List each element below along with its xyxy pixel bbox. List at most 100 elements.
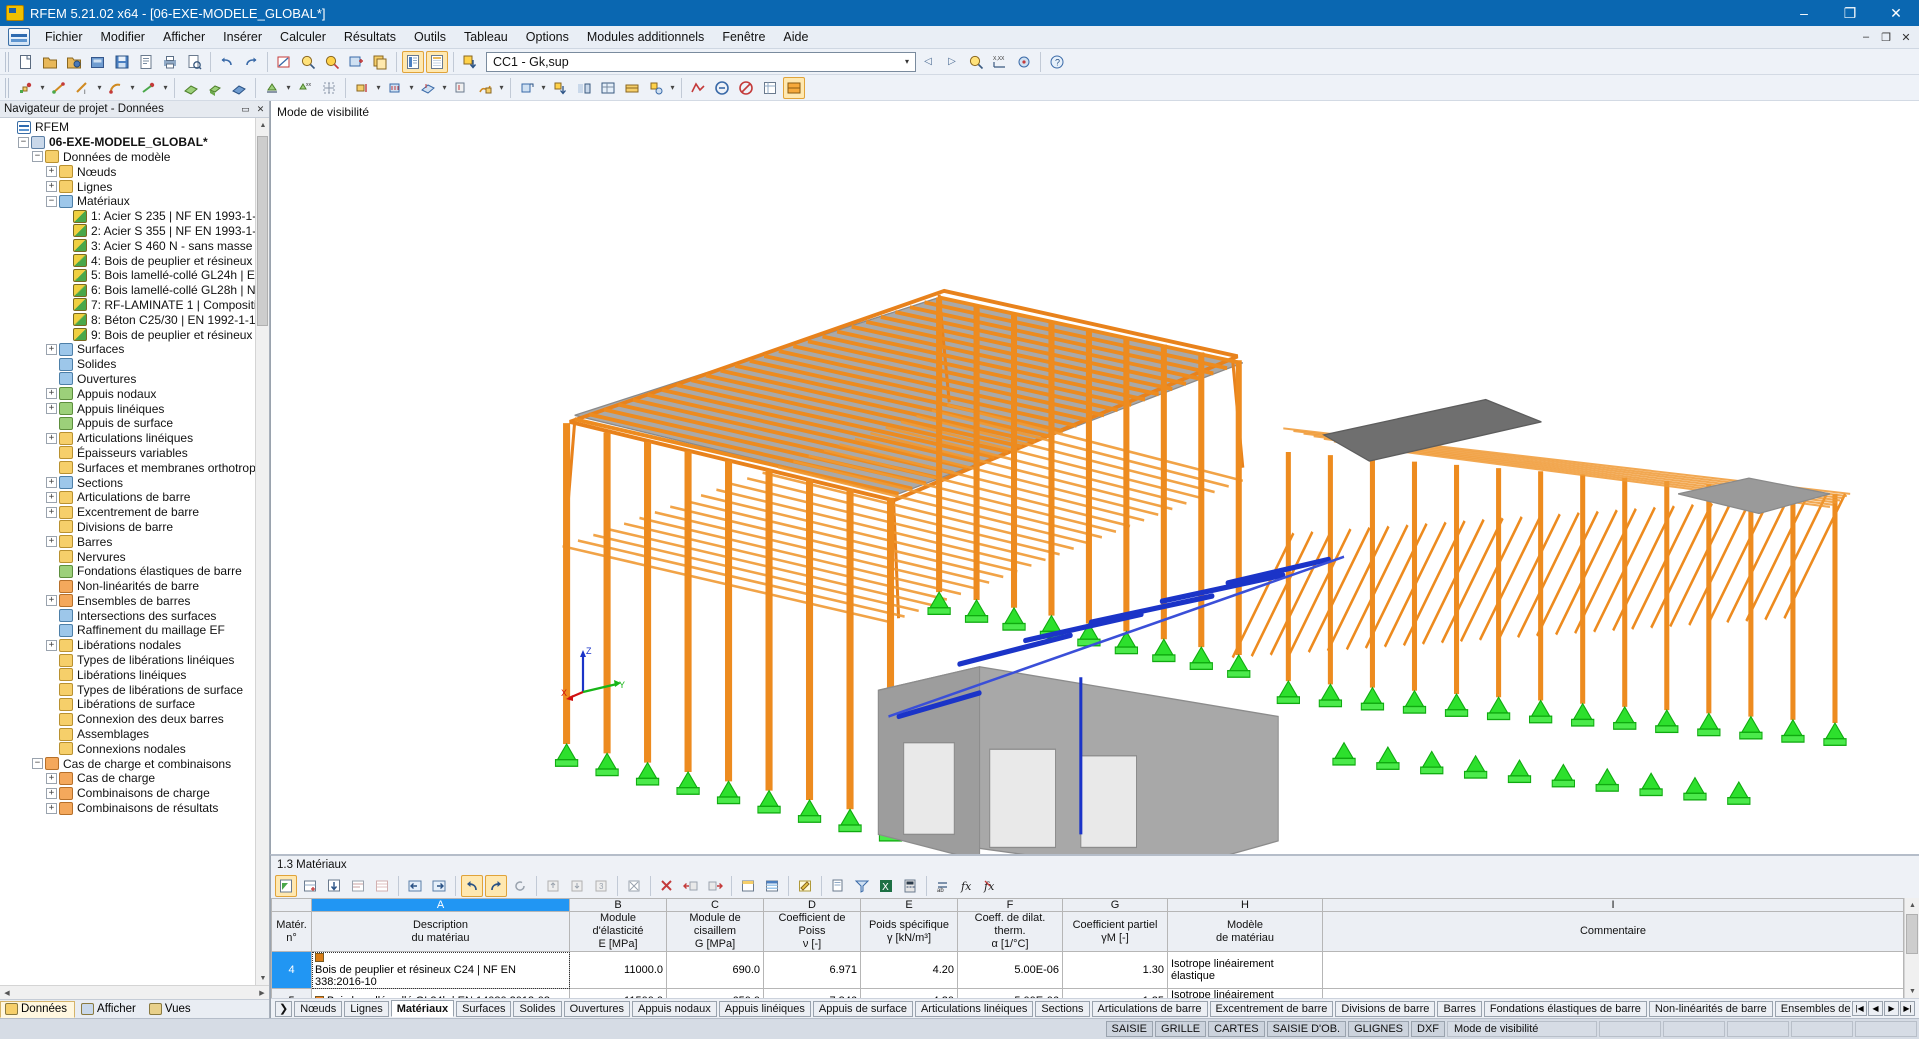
tree-item-4-bois-de-peuplier-et-r-sineux-c24-nf[interactable]: 4: Bois de peuplier et résineux C24 | NF [0, 253, 269, 268]
expand-icon[interactable]: + [46, 166, 57, 178]
table-tab-lignes[interactable]: Lignes [344, 1000, 389, 1017]
tree-item-raffinement-du-maillage-ef[interactable]: Raffinement du maillage EF [0, 623, 269, 638]
elastic-modulus-cell[interactable]: 11500.0 [569, 988, 667, 998]
tabs-scroll-left[interactable]: ❯ [275, 1000, 293, 1017]
table-row[interactable]: 4 Bois de peuplier et résineux C24 | NF E… [271, 951, 1904, 989]
zoom-all-icon[interactable] [297, 51, 319, 73]
column-letter-row[interactable]: ABCDEFGHI [271, 898, 1904, 912]
refresh-icon[interactable] [509, 875, 531, 897]
new-member-icon[interactable] [138, 77, 160, 99]
column-letter-G[interactable]: G [1062, 898, 1168, 912]
navigator-horizontal-scrollbar[interactable]: ◀ ▶ [0, 985, 269, 999]
collapse-icon[interactable]: − [46, 195, 57, 207]
load-wizard-icon[interactable] [549, 77, 571, 99]
tree-item-connexion-des-deux-barres[interactable]: Connexion des deux barres [0, 712, 269, 727]
expand-icon[interactable]: + [46, 432, 57, 444]
model-generator-1-icon[interactable] [573, 77, 595, 99]
tree-item-7-rf-laminate-1-composition-1[interactable]: 7: RF-LAMINATE 1 | Composition 1 [0, 298, 269, 313]
table-tab-excentrement-de-barre[interactable]: Excentrement de barre [1209, 1000, 1334, 1017]
redo-icon[interactable] [240, 51, 262, 73]
tree-item-cas-de-charge[interactable]: + Cas de charge [0, 771, 269, 786]
tree-item-assemblages[interactable]: Assemblages [0, 727, 269, 742]
table-tab-barres[interactable]: Barres [1437, 1000, 1482, 1017]
navigator-tab-donn-es[interactable]: Données [0, 1000, 76, 1018]
material-model-cell[interactable]: Isotrope linéairement élastique [1167, 951, 1323, 989]
toolbar-grip[interactable] [5, 51, 11, 72]
navigator-tab-afficher[interactable]: Afficher [77, 1001, 143, 1018]
menu-item-calculer[interactable]: Calculer [271, 27, 335, 47]
tree-item-n-uds[interactable]: + Nœuds [0, 164, 269, 179]
scroll-right-arrow-icon[interactable]: ▶ [255, 986, 269, 999]
table-row[interactable]: 5Bois lamellé-collé GL24h | EN 14080:201… [271, 988, 1904, 998]
new-line-support-icon[interactable]: xx [294, 77, 316, 99]
thermal-expansion-cell[interactable]: 5.00E-06 [957, 951, 1063, 989]
chevron-down-icon[interactable]: ▾ [374, 77, 383, 99]
print-table-icon[interactable] [827, 875, 849, 897]
help-icon[interactable]: ? [1046, 51, 1068, 73]
comment-cell[interactable] [1322, 988, 1904, 998]
chevron-down-icon[interactable]: ▾ [539, 77, 548, 99]
navigator-tree[interactable]: RFEM −06-EXE-MODELE_GLOBAL* − Données de mo… [0, 118, 269, 985]
tree-item-5-bois-lamell-coll-gl24h-en-14080-2[interactable]: 5: Bois lamellé-collé GL24h | EN 14080:2 [0, 268, 269, 283]
scroll-up-arrow-icon[interactable]: ▲ [1905, 898, 1919, 912]
tree-item-sections[interactable]: + Sections [0, 475, 269, 490]
tree-item-appuis-nodaux[interactable]: + Appuis nodaux [0, 386, 269, 401]
tree-item-ouvertures[interactable]: Ouvertures [0, 372, 269, 387]
units-icon[interactable]: ab [932, 875, 954, 897]
table-tab-articulations-lin-iques[interactable]: Articulations linéiques [914, 1000, 1034, 1017]
tree-item-surfaces-et-membranes-orthotropes[interactable]: Surfaces et membranes orthotropes [0, 460, 269, 475]
expand-icon[interactable]: + [46, 595, 57, 607]
table-tab-solides[interactable]: Solides [513, 1000, 562, 1017]
tree-item-mat-riaux[interactable]: − Matériaux [0, 194, 269, 209]
collapse-icon[interactable]: − [32, 758, 43, 770]
tree-item-1-acier-s-235-nf-en-1993-1-1-2007-05[interactable]: 1: Acier S 235 | NF EN 1993-1-1:2007-05 [0, 209, 269, 224]
collapse-icon[interactable]: − [32, 151, 43, 163]
materials-table[interactable]: ABCDEFGHI Matér. n° Description du matériau… [271, 898, 1904, 998]
expand-icon[interactable]: + [46, 787, 57, 799]
specific-weight-cell[interactable]: 4.20 [860, 951, 958, 989]
tab-nav-button-1[interactable]: ◀ [1868, 1001, 1883, 1016]
clear-table-icon[interactable] [371, 875, 393, 897]
tree-item-barres[interactable]: + Barres [0, 534, 269, 549]
new-solid-icon[interactable] [204, 77, 226, 99]
clear-function-icon[interactable]: fx [980, 875, 1002, 897]
mdi-minimize-button[interactable]: – [1857, 28, 1875, 46]
tree-item-lib-rations-lin-iques[interactable]: Libérations linéiques [0, 667, 269, 682]
insert-row-icon[interactable] [299, 875, 321, 897]
chevron-down-icon[interactable]: ▾ [38, 77, 47, 99]
model-generator-3-icon[interactable] [621, 77, 643, 99]
tree-item-lib-rations-nodales[interactable]: + Libérations nodales [0, 638, 269, 653]
view-zoom-window-icon[interactable] [273, 51, 295, 73]
expand-icon[interactable]: + [46, 388, 57, 400]
show-table-grid-icon[interactable] [426, 50, 448, 73]
shear-modulus-cell[interactable]: 650.0 [666, 988, 764, 998]
new-line-icon[interactable] [48, 77, 70, 99]
navigator-tab-vues[interactable]: Vues [145, 1001, 198, 1018]
tree-item-ensembles-de-barres[interactable]: + Ensembles de barres [0, 594, 269, 609]
show-tables-icon[interactable] [402, 50, 424, 73]
mdi-close-button[interactable]: ✕ [1897, 28, 1915, 46]
copy-view-icon[interactable] [369, 51, 391, 73]
expand-icon[interactable]: + [46, 491, 57, 503]
maximize-button[interactable]: ❐ [1827, 0, 1873, 26]
model-3d-viewport[interactable]: Mode de visibilité Z Y X [270, 101, 1919, 854]
chevron-down-icon[interactable]: ▾ [128, 77, 137, 99]
materials-table-grid[interactable]: ABCDEFGHI Matér. n° Description du matériau… [271, 898, 1919, 998]
tree-item-appuis-de-surface[interactable]: Appuis de surface [0, 416, 269, 431]
move-up-icon[interactable] [542, 875, 564, 897]
open-file-icon[interactable] [39, 51, 61, 73]
status-toggle-glignes[interactable]: GLIGNES [1348, 1021, 1409, 1037]
scroll-thumb[interactable] [1906, 914, 1918, 954]
tab-nav-button-0[interactable]: |◀ [1852, 1001, 1867, 1016]
new-surface-icon[interactable] [180, 77, 202, 99]
move-down-icon[interactable] [566, 875, 588, 897]
tree-item-2-acier-s-355-nf-en-1993-1-1-2007-05[interactable]: 2: Acier S 355 | NF EN 1993-1-1:2007-05 [0, 224, 269, 239]
tree-item-combinaisons-de-r-sultats[interactable]: + Combinaisons de résultats [0, 801, 269, 816]
tree-item-articulations-de-barre[interactable]: + Articulations de barre [0, 490, 269, 505]
function-icon[interactable]: fx [956, 875, 978, 897]
tab-nav-button-2[interactable]: ▶ [1884, 1001, 1899, 1016]
menu-item-afficher[interactable]: Afficher [154, 27, 214, 47]
renumber-icon[interactable]: 3 [590, 875, 612, 897]
new-node-icon[interactable] [15, 77, 37, 99]
tree-item-types-de-lib-rations-de-surface[interactable]: Types de libérations de surface [0, 682, 269, 697]
